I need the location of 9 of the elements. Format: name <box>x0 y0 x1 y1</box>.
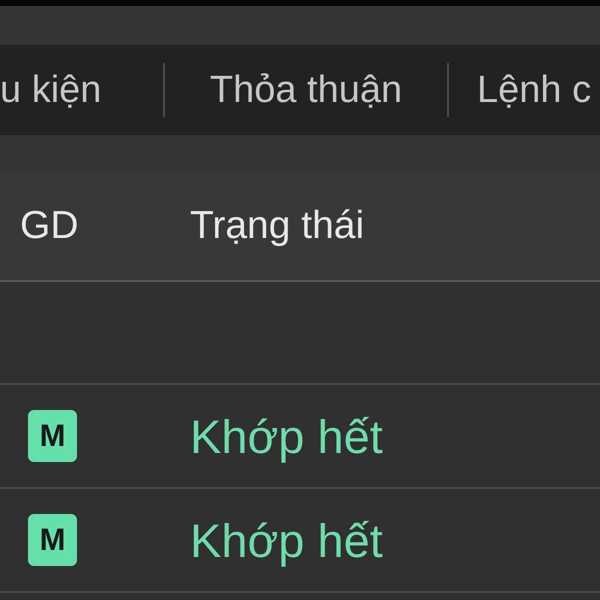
column-header: GD <box>20 204 78 248</box>
order-type-badge: M <box>28 410 77 462</box>
column-header: Trạng thái <box>190 204 364 248</box>
tab[interactable]: u kiện <box>0 45 163 135</box>
tab[interactable]: Thỏa thuận <box>165 45 447 135</box>
order-type-badge: M <box>28 514 77 566</box>
order-status: Khớp hết <box>190 410 383 462</box>
order-status: Khớp hết <box>190 514 383 566</box>
tab[interactable]: Lệnh c <box>449 45 600 135</box>
